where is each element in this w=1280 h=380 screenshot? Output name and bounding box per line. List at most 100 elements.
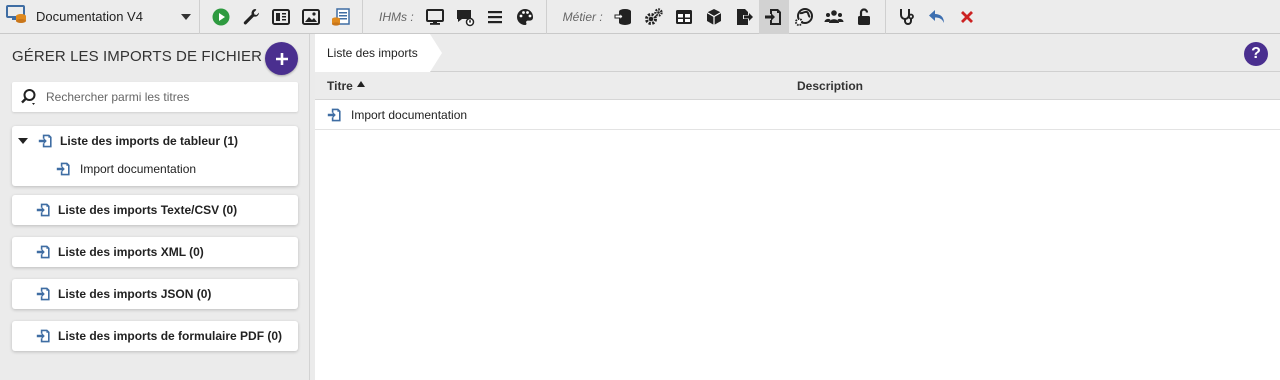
table-header: Titre Description [315,72,1280,100]
permissions-button[interactable] [849,0,879,34]
theme-button[interactable] [510,0,540,34]
ihm-label: IHMs : [379,9,414,24]
caret-down-icon[interactable] [18,138,28,144]
project-icon [6,4,28,29]
file-import-icon [38,133,54,149]
column-title-label: Titre [327,78,353,93]
chevron-down-icon [181,13,191,20]
group-header-tableur[interactable]: Liste des imports de tableur (1) [12,126,298,156]
import-group-json: Liste des imports JSON (0) [12,279,298,309]
cube-icon [706,8,721,25]
monitor-icon [425,8,444,25]
images-button[interactable] [296,0,326,34]
group-label: Liste des imports JSON (0) [58,287,212,301]
column-header-title[interactable]: Titre [315,79,797,93]
table-icon [675,9,692,24]
group-header-pdf[interactable]: Liste des imports de formulaire PDF (0) [12,321,298,351]
image-icon [302,8,320,25]
file-import-icon [36,244,52,260]
list-item-import-documentation[interactable]: Import documentation [12,156,298,182]
database-button[interactable] [609,0,639,34]
gears-icon [644,7,663,25]
screen-button[interactable] [420,0,450,34]
search-box [12,82,298,112]
cell-title: Import documentation [315,107,797,123]
main-header: Liste des imports ? [315,33,1280,72]
plus-icon [275,52,288,65]
import-group-xml: Liste des imports XML (0) [12,237,298,267]
stethoscope-icon [899,8,914,25]
import-group-pdf: Liste des imports de formulaire PDF (0) [12,321,298,351]
processes-button[interactable] [639,0,669,34]
undo-button[interactable] [922,0,952,34]
webservices-button[interactable] [789,0,819,34]
import-group-tableur: Liste des imports de tableur (1) Import … [12,126,298,186]
panel-title: GÉRER LES IMPORTS DE FICHIER [12,48,263,65]
project-selector[interactable]: Documentation V4 [0,0,200,34]
run-button[interactable] [206,0,236,34]
users-icon [824,9,844,23]
question-mark-icon: ? [1251,45,1261,62]
tables-button[interactable] [669,0,699,34]
group-header-json[interactable]: Liste des imports JSON (0) [12,279,298,309]
chat-bell-icon [456,9,474,26]
imports-button[interactable] [758,0,789,34]
group-label: Liste des imports Texte/CSV (0) [58,203,238,217]
column-description-label: Description [797,78,864,93]
import-group-csv: Liste des imports Texte/CSV (0) [12,195,298,225]
group-header-xml[interactable]: Liste des imports XML (0) [12,237,298,267]
globe-gear-icon [794,7,813,26]
column-header-description[interactable]: Description [797,79,1280,93]
unlock-icon [857,7,870,25]
group-label: Liste des imports XML (0) [58,245,204,259]
close-button[interactable] [952,0,982,34]
play-icon [212,8,230,25]
file-export-icon [736,8,753,25]
project-name: Documentation V4 [36,9,143,24]
group-label: Liste des imports de formulaire PDF (0) [58,329,283,343]
toolbar-group-metier: Métier : [547,0,886,34]
left-panel: GÉRER LES IMPORTS DE FICHIER Liste des i… [0,34,310,380]
exports-button[interactable] [729,0,759,34]
add-import-button[interactable] [265,42,298,75]
wrench-icon [243,8,260,24]
file-import-icon [36,202,52,218]
diagnostics-button[interactable] [892,0,922,34]
users-button[interactable] [819,0,849,34]
report-button[interactable] [326,0,356,34]
list-icon [487,10,502,23]
list-item-label: Import documentation [80,162,197,176]
file-import-icon [327,107,343,123]
book-icon [272,8,290,25]
documentation-button[interactable] [266,0,296,34]
help-button[interactable]: ? [1244,42,1268,66]
file-import-icon [36,328,52,344]
database-arrow-icon [614,8,631,25]
file-import-icon [56,161,72,177]
top-toolbar: Documentation V4 IHMs : Métier: [0,0,1280,34]
sort-asc-icon [356,80,365,87]
report-icon [332,7,350,26]
file-import-icon [36,286,52,302]
messages-button[interactable] [450,0,480,34]
toolbar-group-ihm: IHMs : [363,0,547,34]
table-row[interactable]: Import documentation [315,100,1280,130]
search-input[interactable] [46,83,298,111]
group-label: Liste des imports de tableur (1) [60,134,239,148]
search-icon[interactable] [12,88,46,106]
undo-icon [928,9,944,23]
group-header-csv[interactable]: Liste des imports Texte/CSV (0) [12,195,298,225]
toolbar-group-general [200,0,363,34]
menu-button[interactable] [480,0,510,34]
settings-button[interactable] [236,0,266,34]
main-panel: Liste des imports ? Titre Description Im… [315,33,1280,380]
close-icon [960,10,973,23]
row-title: Import documentation [351,107,468,122]
file-import-icon [764,8,781,25]
palette-icon [516,8,533,25]
breadcrumb-label: Liste des imports [327,45,418,60]
breadcrumb[interactable]: Liste des imports [315,33,442,72]
metier-label: Métier : [562,9,603,24]
toolbar-group-actions [886,0,988,34]
objects-button[interactable] [699,0,729,34]
